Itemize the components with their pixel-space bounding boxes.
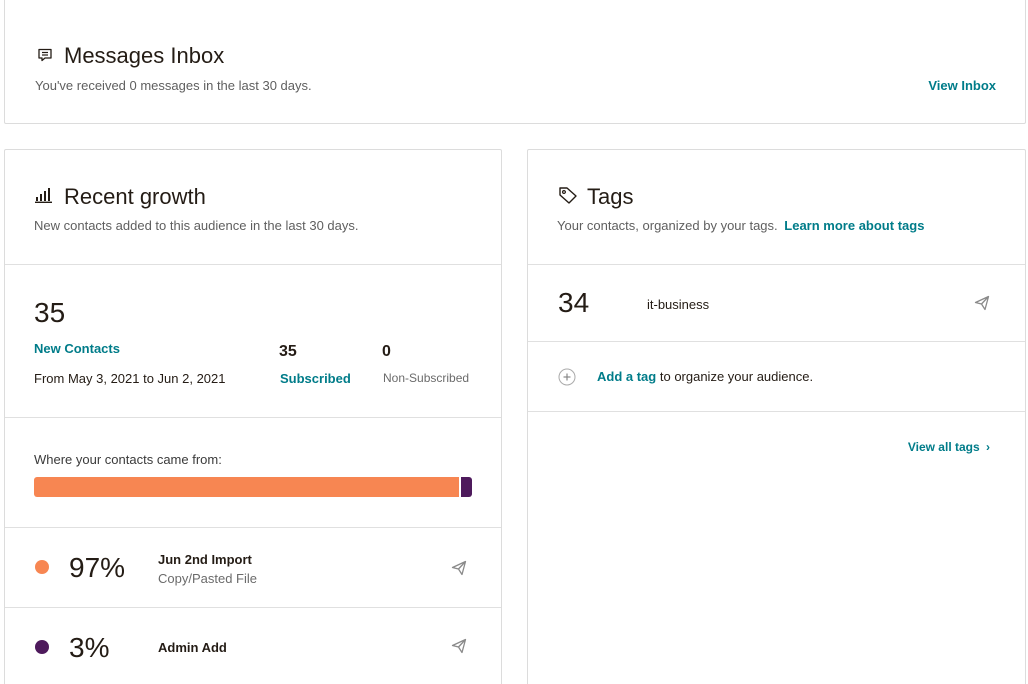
new-contacts-link[interactable]: New Contacts (34, 341, 120, 356)
message-icon (37, 47, 53, 68)
inbox-title: Messages Inbox (64, 43, 225, 68)
source-row-import: 97% Jun 2nd Import Copy/Pasted File (5, 528, 501, 607)
send-icon[interactable] (974, 295, 990, 311)
messages-inbox-card: Messages Inbox You've received 0 message… (4, 0, 1026, 124)
source-bar-segment-import (34, 477, 459, 497)
purple-dot-icon (35, 640, 49, 654)
divider (5, 417, 501, 418)
recent-growth-card: Recent growth New contacts added to this… (4, 149, 502, 684)
send-icon[interactable] (451, 638, 467, 654)
tag-icon (558, 186, 578, 209)
tag-name: it-business (647, 297, 710, 312)
divider (528, 411, 1025, 412)
total-contacts: 35 (34, 297, 66, 328)
tags-card: Tags Your contacts, organized by your ta… (527, 149, 1026, 684)
source-row-admin: 3% Admin Add (5, 608, 501, 684)
non-subscribed-label: Non-Subscribed (383, 371, 470, 385)
chevron-right-icon: › (986, 440, 990, 454)
view-all-tags-link[interactable]: View all tags › (908, 440, 990, 454)
growth-title: Recent growth (64, 184, 206, 209)
add-tag-text: to organize your audience. (659, 369, 814, 384)
add-tag-link[interactable]: Add a tag (597, 369, 656, 384)
source-name: Jun 2nd Import (158, 552, 252, 567)
divider (5, 264, 501, 265)
subscribed-count: 35 (279, 343, 297, 360)
view-all-tags-label: View all tags (907, 440, 980, 454)
plus-circle-icon[interactable] (558, 368, 576, 391)
source-percent: 97% (69, 552, 126, 583)
add-tag-row: Add a tag to organize your audience. (528, 342, 1025, 411)
tag-row: 34 it-business (528, 265, 1025, 341)
non-subscribed-count: 0 (382, 343, 391, 360)
source-detail: Copy/Pasted File (158, 571, 257, 586)
source-bar (34, 477, 472, 497)
learn-more-tags-link[interactable]: Learn more about tags (784, 218, 924, 233)
tags-subtitle: Your contacts, organized by your tags. (557, 218, 778, 233)
source-bar-segment-admin (460, 477, 472, 497)
view-inbox-link[interactable]: View Inbox (928, 78, 996, 93)
add-tag-text-row: Add a tag to organize your audience. (597, 369, 813, 384)
growth-subtitle: New contacts added to this audience in t… (34, 218, 359, 233)
source-name: Admin Add (158, 640, 227, 655)
bar-chart-icon (35, 187, 53, 208)
tags-subtitle-row: Your contacts, organized by your tags. L… (557, 218, 924, 233)
sources-label: Where your contacts came from: (34, 452, 222, 467)
send-icon[interactable] (451, 560, 467, 576)
tag-count: 34 (558, 287, 590, 318)
tags-title: Tags (587, 184, 634, 209)
date-range: From May 3, 2021 to Jun 2, 2021 (34, 371, 226, 386)
subscribed-link[interactable]: Subscribed (280, 371, 351, 386)
source-percent: 3% (69, 632, 110, 663)
orange-dot-icon (35, 560, 49, 574)
inbox-subtitle: You've received 0 messages in the last 3… (35, 78, 312, 93)
